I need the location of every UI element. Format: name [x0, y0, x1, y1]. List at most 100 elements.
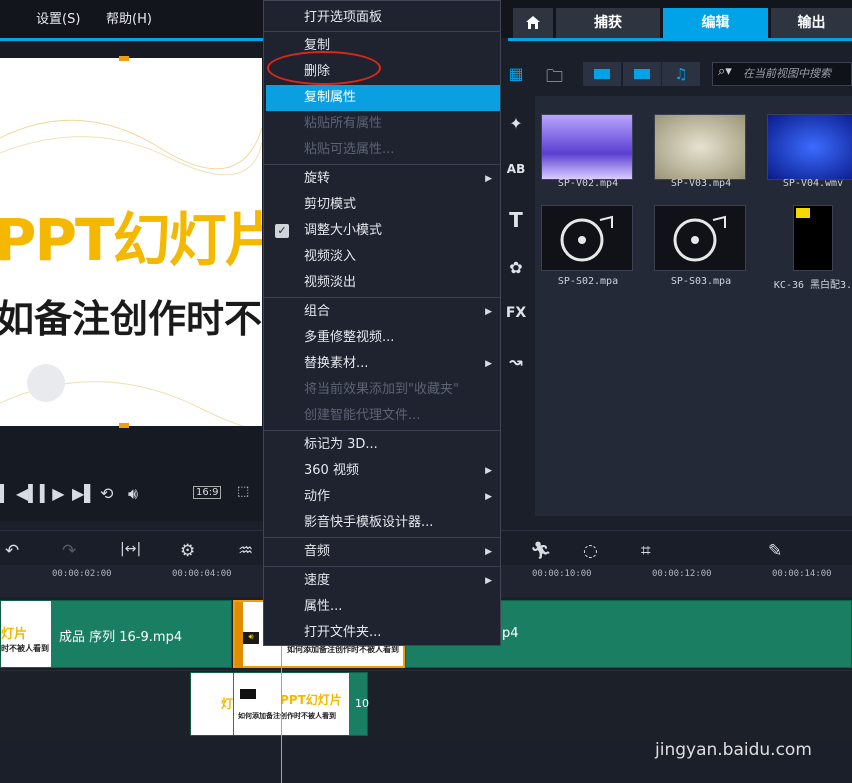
- menu-item-copy-attributes[interactable]: 复制属性: [266, 85, 500, 111]
- tick-label: 00:00:14:00: [772, 569, 832, 579]
- menu-item-template-designer[interactable]: 影音快手模板设计器...: [264, 510, 500, 536]
- menu-item-add-to-favorites[interactable]: 将当前效果添加到"收藏夹": [264, 377, 500, 403]
- transition-icon[interactable]: AB: [500, 162, 532, 176]
- library-panel: SP-V02.mp4 SP-V03.mp4 SP-V04.wmv SP-S02.…: [535, 96, 852, 516]
- thumb-sp-v02[interactable]: [541, 114, 633, 180]
- clip-sequence-16-9[interactable]: 灯片 时不被人看到 成品 序列 16-9.mp4: [0, 600, 232, 668]
- record-capture-icon[interactable]: ⚙: [180, 541, 195, 561]
- sound-mixer-icon[interactable]: ♒: [238, 541, 253, 561]
- submenu-arrow-icon: ▶: [485, 307, 492, 317]
- submenu-arrow-icon: ▶: [485, 466, 492, 476]
- overlay-clip[interactable]: 灯片 PPT幻灯片 如何添加备注创作时不被人看到 10: [190, 672, 369, 736]
- crop-handle-bottom[interactable]: [119, 423, 129, 428]
- menu-item-properties[interactable]: 属性...: [264, 594, 500, 620]
- clip-thumbnail: 灯片: [191, 673, 233, 735]
- thumb-kc-36[interactable]: [793, 205, 833, 271]
- menu-item-fade-out[interactable]: 视频淡出: [264, 270, 500, 296]
- menu-item-open-options[interactable]: 打开选项面板: [264, 5, 500, 31]
- menu-item-replace-clip[interactable]: 替换素材... ▶: [264, 351, 500, 377]
- thumb-label: KC-36 黑白配3.: [773, 280, 852, 291]
- menu-item-open-folder[interactable]: 打开文件夹...: [264, 620, 500, 646]
- home-icon: [526, 16, 540, 29]
- clip-thumb-sub: 如何添加备注创作时不被人看到: [238, 712, 336, 720]
- annotation-red-circle: [267, 51, 381, 85]
- home-tab[interactable]: [513, 8, 553, 38]
- menu-item-multi-trim[interactable]: 多重修整视频...: [264, 325, 500, 351]
- menu-item-cut-mode[interactable]: 剪切模式: [264, 192, 500, 218]
- menu-item-paste-selected-attributes[interactable]: 粘贴可选属性...: [264, 137, 500, 163]
- menu-item-audio[interactable]: 音频 ▶: [264, 539, 500, 565]
- motion-tracking-icon[interactable]: 🏃︎: [530, 541, 552, 561]
- menu-separator: [264, 430, 500, 431]
- prev-frame-icon[interactable]: ◀▍: [16, 484, 41, 503]
- thumb-sp-v04[interactable]: [767, 114, 852, 180]
- library-search-input[interactable]: 在当前视图中搜索: [712, 62, 852, 86]
- next-frame-icon[interactable]: ▍▶: [40, 484, 65, 503]
- audio-disc-icon: [673, 215, 726, 262]
- thumb-sp-s03[interactable]: [654, 205, 746, 271]
- menu-item-resize-mode[interactable]: ✓ 调整大小模式: [264, 218, 500, 244]
- title-icon[interactable]: T: [500, 208, 532, 232]
- menu-label: 速度: [304, 573, 331, 588]
- fit-project-icon[interactable]: |↔|: [120, 541, 141, 557]
- aspect-ratio-button[interactable]: 16:9: [193, 486, 222, 499]
- audio-disc-icon: [560, 215, 613, 262]
- thumb-sp-s02[interactable]: [541, 205, 633, 271]
- menu-item-motion[interactable]: 动作 ▶: [264, 484, 500, 510]
- tab-capture[interactable]: 捕获: [556, 8, 660, 38]
- play-icon[interactable]: ▌: [0, 484, 10, 503]
- thumb-sp-v03[interactable]: [654, 114, 746, 180]
- tab-output[interactable]: 输出: [771, 8, 852, 38]
- instant-project-icon[interactable]: ✦: [500, 114, 532, 133]
- clip-name: 成品 序列 16-9.mp4: [59, 630, 183, 645]
- end-icon[interactable]: ▶▌: [72, 484, 97, 503]
- tick-label: 00:00:04:00: [172, 569, 232, 579]
- menu-item-360-video[interactable]: 360 视频 ▶: [264, 458, 500, 484]
- mask-icon[interactable]: ◌: [583, 541, 598, 561]
- menu-label: 旋转: [304, 171, 331, 186]
- tick-label: 00:00:12:00: [652, 569, 712, 579]
- show-photo-button[interactable]: [623, 62, 661, 86]
- library-side-toolbar: ▦ ✦ AB T ✿ FX ↝: [500, 60, 532, 520]
- clip-thumbnail: 灯片 时不被人看到: [1, 601, 51, 667]
- menu-label: 调整大小模式: [304, 223, 383, 238]
- menu-label: 组合: [304, 304, 331, 319]
- show-audio-button[interactable]: ♫: [662, 62, 700, 86]
- repeat-icon[interactable]: ⟲: [100, 484, 113, 503]
- volume-icon[interactable]: 🔊︎: [128, 484, 138, 504]
- clip-thumb-title: PPT幻灯片: [280, 693, 342, 707]
- menu-item-fade-in[interactable]: 视频淡入: [264, 244, 500, 270]
- menu-item-rotate[interactable]: 旋转 ▶: [264, 166, 500, 192]
- fx-icon[interactable]: FX: [500, 305, 532, 321]
- multicam-icon[interactable]: ⌗: [641, 541, 651, 561]
- menu-item-group[interactable]: 组合 ▶: [264, 299, 500, 325]
- media-icon[interactable]: ▦: [500, 64, 532, 83]
- menu-item-paste-all-attributes[interactable]: 粘贴所有属性: [264, 111, 500, 137]
- clip-name: p4: [502, 626, 519, 641]
- clip-thumbnail: PPT幻灯片 如何添加备注创作时不被人看到: [234, 673, 349, 735]
- menu-item-create-proxy[interactable]: 创建智能代理文件...: [264, 403, 500, 429]
- subtitle-editor-icon[interactable]: ✎: [768, 541, 782, 561]
- crop-handle-top[interactable]: [119, 56, 129, 61]
- graphics-icon[interactable]: ✿: [500, 258, 532, 277]
- tabs-underline: [508, 38, 852, 41]
- show-video-button[interactable]: [583, 62, 621, 86]
- crop-icon[interactable]: ⬚: [237, 484, 249, 499]
- clip-number: 10: [355, 697, 369, 710]
- menu-item-speed[interactable]: 速度 ▶: [264, 568, 500, 594]
- tick-label: 00:00:10:00: [532, 569, 592, 579]
- path-icon[interactable]: ↝: [500, 352, 532, 371]
- menu-help[interactable]: 帮助(H): [106, 8, 152, 27]
- thumb-label: SP-S02.mpa: [557, 276, 619, 287]
- thumb-label: SP-V04.wmv: [782, 178, 844, 189]
- tab-edit[interactable]: 编辑: [663, 8, 768, 38]
- menu-separator: [264, 164, 500, 165]
- redo-icon[interactable]: ↷: [62, 541, 76, 561]
- undo-icon[interactable]: ↶: [5, 541, 19, 561]
- menu-label: 360 视频: [304, 463, 359, 478]
- thumb-label: SP-V03.mp4: [670, 178, 732, 189]
- menu-item-mark-3d[interactable]: 标记为 3D...: [264, 432, 500, 458]
- menu-settings[interactable]: 设置(S): [36, 8, 80, 27]
- add-folder-icon[interactable]: 🗀︎: [546, 64, 563, 93]
- preview-canvas[interactable]: PPT幻灯片 如备注创作时不被: [0, 58, 262, 426]
